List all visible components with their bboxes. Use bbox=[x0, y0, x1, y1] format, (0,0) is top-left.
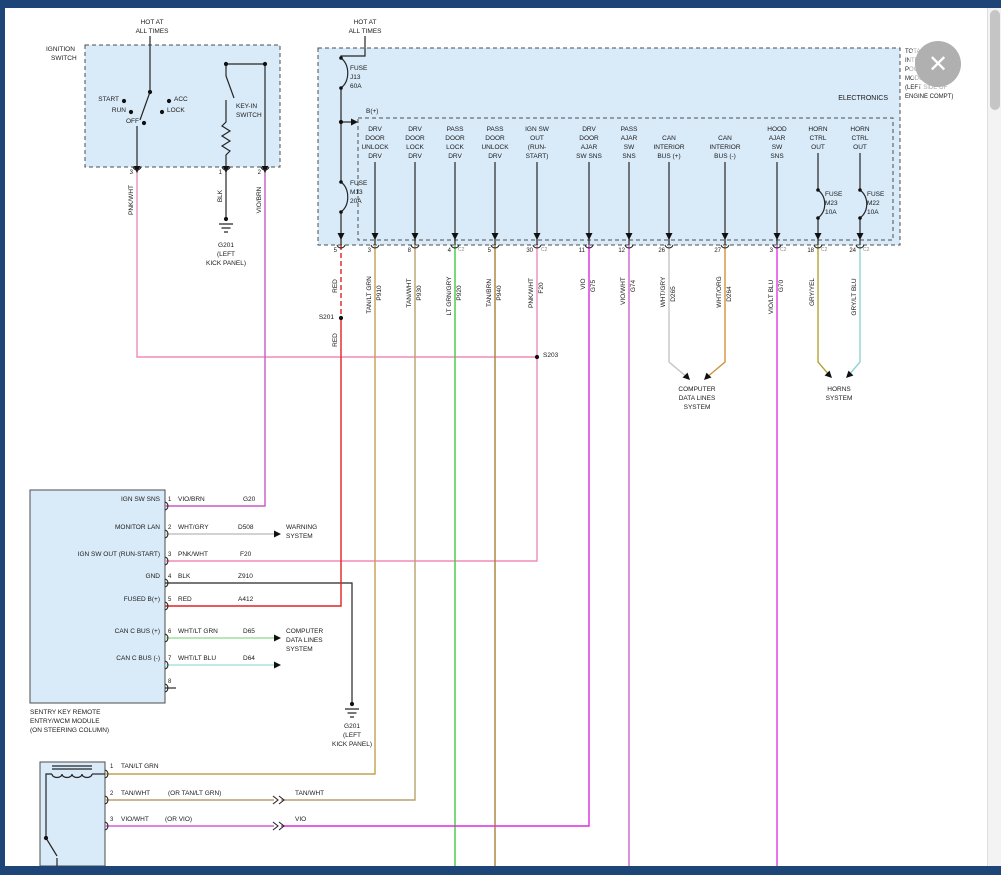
junction-dot bbox=[535, 355, 539, 359]
wire-red-a412 bbox=[165, 318, 341, 606]
lock-cylinder-box bbox=[40, 762, 105, 866]
junction-dot bbox=[160, 110, 164, 114]
tipm-electronics-box bbox=[358, 118, 893, 240]
fuse-terminal bbox=[339, 180, 343, 184]
junction-dot bbox=[224, 217, 228, 221]
wire-wht-org-d264 bbox=[706, 245, 725, 378]
close-button[interactable]: ✕ bbox=[915, 41, 961, 87]
fuse-terminal bbox=[339, 210, 343, 214]
fuse-terminal bbox=[339, 56, 343, 60]
sentry-key-module-box bbox=[30, 490, 165, 703]
wire-vio-g75 bbox=[281, 245, 589, 826]
wire-vio-brn-g20 bbox=[165, 167, 265, 506]
window-frame-top bbox=[0, 0, 1001, 8]
arrow bbox=[274, 531, 281, 538]
junction-dot bbox=[148, 90, 152, 94]
junction-dot bbox=[350, 702, 354, 706]
scrollbar-track[interactable] bbox=[987, 8, 1001, 866]
junction-dot bbox=[122, 99, 126, 103]
wire-gry-ltblu-horn bbox=[848, 245, 860, 376]
window-frame-bottom bbox=[0, 866, 1001, 875]
wire-wht-gry-d265 bbox=[669, 245, 688, 378]
junction-dot bbox=[339, 120, 343, 124]
window-frame-left bbox=[0, 0, 5, 875]
junction-dot bbox=[224, 62, 228, 66]
wire-tan-wht-p930-b bbox=[281, 245, 415, 800]
wiring-diagram-page: HOT ATALL TIMESIGNITIONSWITCHSTARTRUNOFF… bbox=[0, 0, 1001, 875]
junction-dot bbox=[129, 110, 133, 114]
wire-pnk-wht-f20 bbox=[165, 245, 537, 561]
fuse-terminal bbox=[816, 188, 820, 192]
ignition-switch-box bbox=[85, 45, 280, 167]
junction-dot bbox=[44, 836, 48, 840]
close-icon: ✕ bbox=[928, 50, 948, 79]
junction-dot bbox=[142, 121, 146, 125]
ground-symbol bbox=[345, 709, 359, 717]
wire-gry-yel-horn bbox=[818, 245, 830, 376]
fuse-terminal bbox=[339, 86, 343, 90]
wire-row4-blk-z910 bbox=[165, 583, 352, 703]
fuse-terminal bbox=[816, 216, 820, 220]
junction-dot bbox=[263, 62, 267, 66]
arrow bbox=[274, 635, 281, 642]
fuse-terminal bbox=[858, 188, 862, 192]
junction-dot bbox=[339, 316, 343, 320]
junction-dot bbox=[167, 99, 171, 103]
diagram-svg bbox=[0, 0, 1001, 875]
scrollbar-thumb[interactable] bbox=[990, 10, 1000, 110]
ground-symbol bbox=[219, 224, 233, 232]
arrow bbox=[274, 662, 281, 669]
fuse-terminal bbox=[858, 216, 862, 220]
